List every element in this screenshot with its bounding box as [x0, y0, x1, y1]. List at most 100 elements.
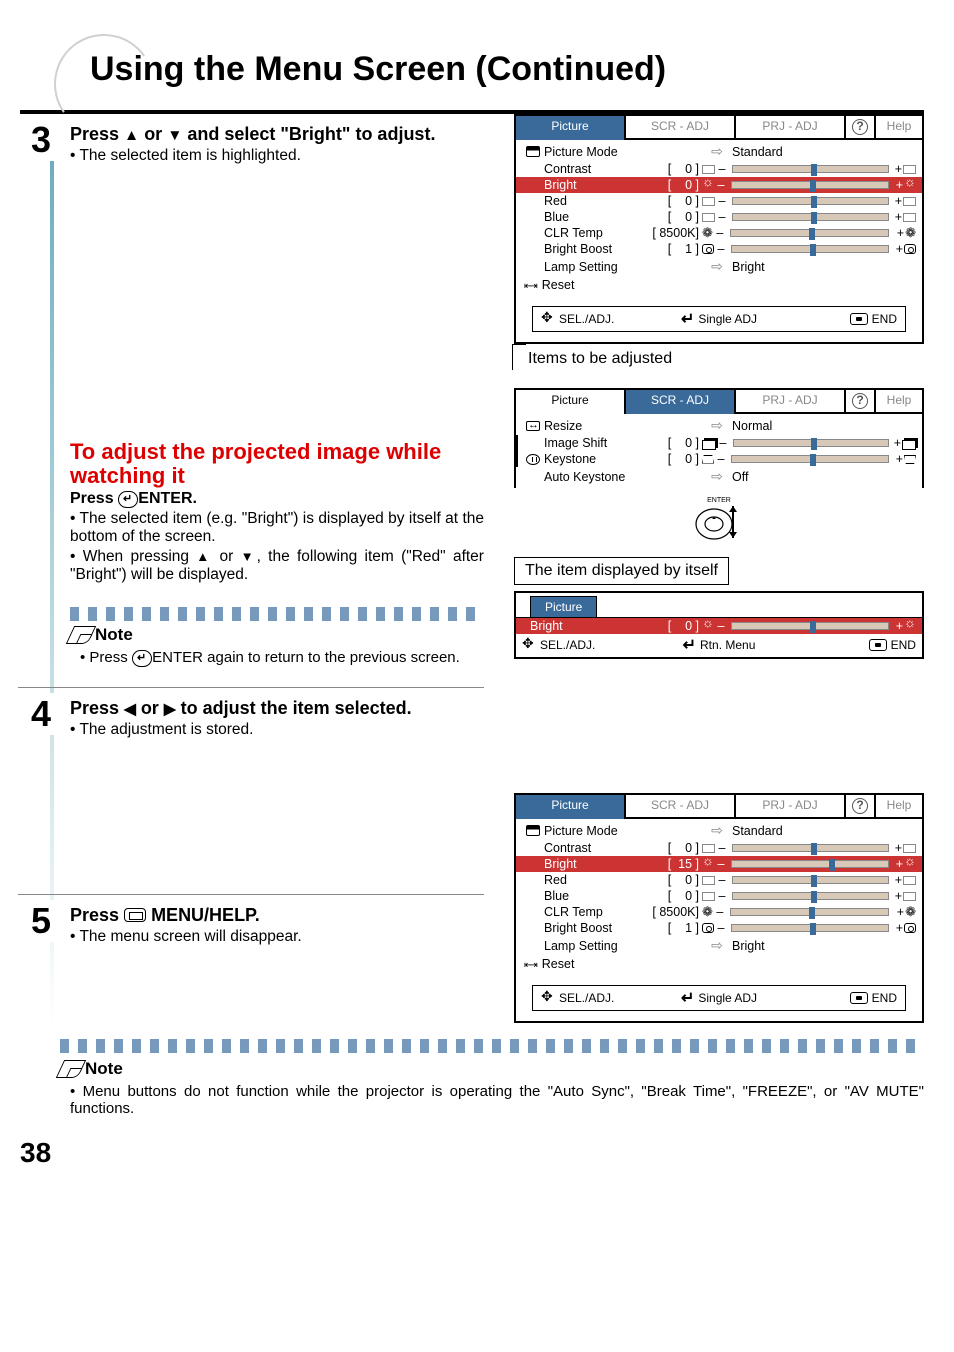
row-red[interactable]: Red[ 0 ] – +: [522, 872, 916, 888]
row-picture-mode[interactable]: Picture Mode ⇨ Standard: [522, 142, 916, 161]
bright-slider[interactable]: [731, 181, 889, 189]
row-bright-boost[interactable]: Bright Boost[ 1 ] – +: [522, 920, 916, 936]
row-auto-keystone[interactable]: Auto Keystone ⇨ Off: [522, 467, 916, 486]
row-lamp[interactable]: Lamp Setting ⇨Bright: [522, 936, 916, 955]
row-bright-boost[interactable]: Bright Boost[ 1 ] – +: [522, 241, 916, 257]
tab-help[interactable]: Help: [874, 390, 922, 414]
osd-legend: SEL./ADJ. Single ADJ END: [532, 985, 906, 1011]
step3-bullet: • The selected item is highlighted.: [70, 147, 484, 165]
row-lamp[interactable]: Lamp Setting ⇨ Bright: [522, 257, 916, 276]
note-heading: Note: [70, 625, 484, 645]
page-header: Using the Menu Screen (Continued): [20, 20, 924, 110]
tab-help-icon[interactable]: ?: [844, 116, 874, 140]
blue-minus-icon: [702, 213, 715, 222]
picture-mode-icon: [526, 825, 540, 836]
adjust-bullet-2: • When pressing or , the following item …: [70, 548, 484, 584]
shift-minus-icon: [702, 438, 716, 448]
osd-legend: SEL./ADJ. Single ADJ END: [532, 306, 906, 332]
contrast-minus-icon: [702, 165, 715, 174]
up-arrow-icon: [124, 124, 139, 144]
osd-panel-single: Picture Bright[ 0 ] – + SEL./ADJ. Rtn. M…: [514, 591, 924, 659]
dotted-divider: [70, 607, 484, 621]
row-picture-mode[interactable]: Picture Mode ⇨Standard: [522, 821, 916, 840]
boost-minus-icon: [702, 244, 714, 254]
bright-slider-single[interactable]: [731, 622, 889, 630]
tab-scr-adj[interactable]: SCR - ADJ: [624, 390, 734, 414]
enter-icon: ↵: [118, 491, 138, 508]
text-column: 3 Press or and select "Bright" to adjust…: [70, 114, 494, 1029]
step4-title: Press or to adjust the item selected.: [70, 698, 484, 719]
blue-slider[interactable]: [732, 213, 889, 221]
dotted-divider-full: [60, 1039, 924, 1053]
row-red[interactable]: Red[ 0 ] – +: [522, 193, 916, 209]
step-number-3: 3: [20, 119, 62, 161]
return-icon: [683, 635, 696, 655]
tab-help[interactable]: Help: [874, 795, 922, 819]
nav-icon: [522, 638, 536, 652]
key-slider[interactable]: [731, 455, 889, 463]
tab-help-icon[interactable]: ?: [844, 390, 874, 414]
page-title: Using the Menu Screen (Continued): [90, 20, 924, 89]
tab-scr-adj[interactable]: SCR - ADJ: [624, 116, 734, 140]
tab-help-icon[interactable]: ?: [844, 795, 874, 819]
row-bright-single[interactable]: Bright[ 0 ] – +: [516, 618, 922, 634]
note-icon: [66, 626, 96, 644]
brightness-minus-icon: [702, 179, 714, 191]
tab-prj-adj[interactable]: PRJ - ADJ: [734, 795, 844, 819]
caption-items: Items to be adjusted: [528, 350, 924, 368]
row-contrast[interactable]: Contrast[ 0 ] – +: [522, 840, 916, 856]
up-arrow-icon: [196, 548, 212, 565]
row-bright-15[interactable]: Bright[ 15 ] – +: [516, 856, 922, 872]
clr-slider[interactable]: [730, 229, 889, 237]
tab-prj-adj[interactable]: PRJ - ADJ: [734, 390, 844, 414]
tab-picture[interactable]: Picture: [516, 795, 624, 819]
note-icon: [56, 1060, 86, 1078]
temp-plus-icon: [905, 226, 916, 240]
row-reset[interactable]: Reset: [522, 276, 916, 300]
adjust-section: To adjust the projected image while watc…: [70, 430, 484, 589]
end-icon: [869, 639, 887, 651]
brightness-plus-icon: [904, 179, 916, 191]
row-clr-temp[interactable]: CLR Temp[ 8500K] – +: [522, 904, 916, 920]
tab-picture[interactable]: Picture: [516, 116, 624, 140]
row-clr-temp[interactable]: CLR Temp[ 8500K] – +: [522, 225, 916, 241]
row-bright-selected[interactable]: Bright[ 0 ] – +: [516, 177, 922, 193]
tab-prj-adj[interactable]: PRJ - ADJ: [734, 116, 844, 140]
down-arrow-icon: [241, 548, 257, 565]
row-contrast[interactable]: Contrast[ 0 ] – +: [522, 161, 916, 177]
shift-slider[interactable]: [733, 439, 889, 447]
tab-help[interactable]: Help: [874, 116, 922, 140]
key-plus-icon: [904, 455, 916, 464]
return-icon: [681, 309, 694, 329]
nav-icon: [541, 312, 555, 326]
red-plus-icon: [903, 197, 916, 206]
brightness-minus-icon: [702, 620, 714, 632]
row-keystone[interactable]: Keystone [ 0 ] – +: [516, 451, 916, 467]
tab-picture[interactable]: Picture: [516, 390, 624, 414]
row-resize[interactable]: Resize ⇨ Normal: [522, 416, 916, 435]
down-arrow-icon: [167, 124, 182, 144]
osd-column: Picture SCR - ADJ PRJ - ADJ ? Help Pictu…: [494, 114, 924, 1029]
step-number-4: 4: [20, 693, 62, 735]
osd-tabs: Picture SCR - ADJ PRJ - ADJ ? Help: [516, 116, 922, 140]
boost-slider[interactable]: [731, 245, 889, 253]
row-reset[interactable]: Reset: [522, 955, 916, 979]
boost-plus-icon: [904, 244, 916, 254]
step5-bullet: • The menu screen will disappear.: [70, 928, 484, 946]
osd-panel-picture-2: Picture SCR - ADJ PRJ - ADJ ? Help Pictu…: [514, 793, 924, 1023]
resize-icon: [526, 421, 540, 431]
chevron-right-icon: ⇨: [711, 143, 723, 159]
red-slider[interactable]: [732, 197, 889, 205]
picture-mode-icon: [526, 146, 540, 157]
left-arrow-icon: [124, 698, 136, 718]
step3-title: Press or and select "Bright" to adjust.: [70, 124, 484, 145]
contrast-slider[interactable]: [732, 165, 889, 173]
osd-panel-scr: Picture SCR - ADJ PRJ - ADJ ? Help Resiz…: [514, 388, 924, 488]
key-minus-icon: [702, 455, 714, 464]
row-blue[interactable]: Blue[ 0 ] – +: [522, 209, 916, 225]
step-5: 5 Press MENU/HELP. • The menu screen wil…: [18, 894, 484, 951]
tab-scr-adj[interactable]: SCR - ADJ: [624, 795, 734, 819]
row-image-shift[interactable]: Image Shift[ 0 ] – +: [516, 435, 916, 451]
row-blue[interactable]: Blue[ 0 ] – +: [522, 888, 916, 904]
shift-plus-icon: [902, 438, 916, 448]
